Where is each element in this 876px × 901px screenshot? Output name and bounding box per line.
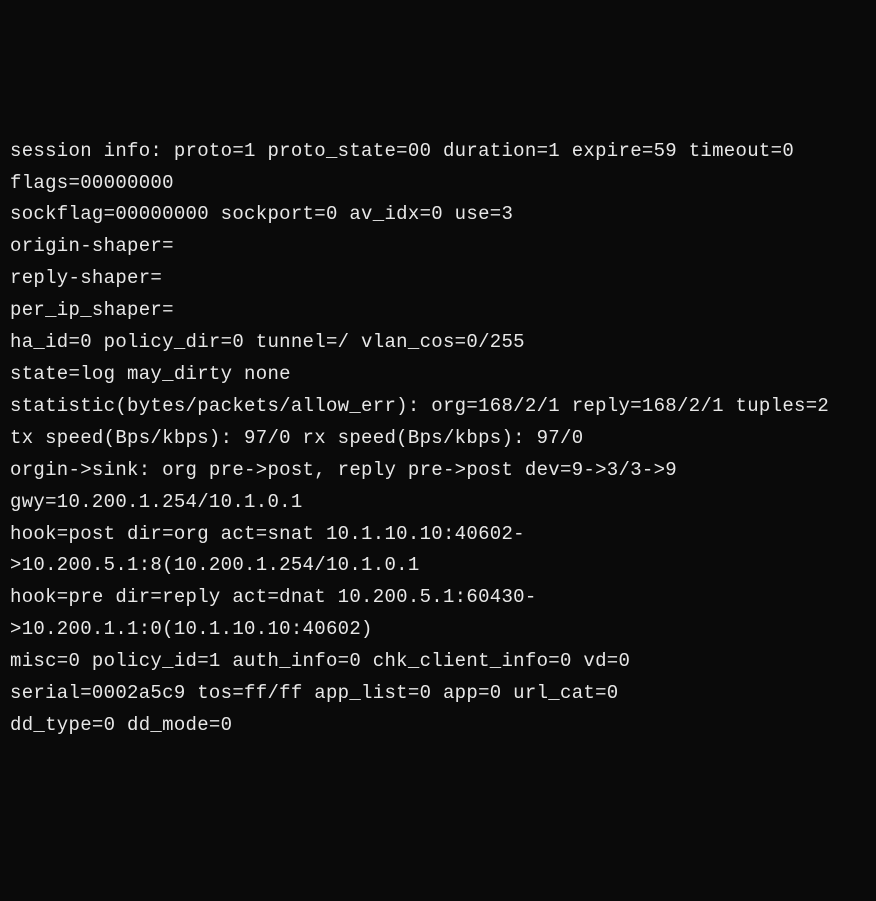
session-info-line: session info: proto=1 proto_state=00 dur… <box>10 136 866 200</box>
per-ip-shaper-line: per_ip_shaper= <box>10 295 866 327</box>
statistic-line: statistic(bytes/packets/allow_err): org=… <box>10 391 866 423</box>
tx-speed-line: tx speed(Bps/kbps): 97/0 rx speed(Bps/kb… <box>10 423 866 455</box>
terminal-output: session info: proto=1 proto_state=00 dur… <box>10 136 866 742</box>
origin-shaper-line: origin-shaper= <box>10 231 866 263</box>
orgin-sink-line: orgin->sink: org pre->post, reply pre->p… <box>10 455 866 519</box>
misc-line: misc=0 policy_id=1 auth_info=0 chk_clien… <box>10 646 866 678</box>
reply-shaper-line: reply-shaper= <box>10 263 866 295</box>
hook-pre-line: hook=pre dir=reply act=dnat 10.200.5.1:6… <box>10 582 866 646</box>
dd-type-line: dd_type=0 dd_mode=0 <box>10 710 866 742</box>
hook-post-line: hook=post dir=org act=snat 10.1.10.10:40… <box>10 519 866 583</box>
serial-line: serial=0002a5c9 tos=ff/ff app_list=0 app… <box>10 678 866 710</box>
ha-id-line: ha_id=0 policy_dir=0 tunnel=/ vlan_cos=0… <box>10 327 866 359</box>
sockflag-line: sockflag=00000000 sockport=0 av_idx=0 us… <box>10 199 866 231</box>
state-line: state=log may_dirty none <box>10 359 866 391</box>
